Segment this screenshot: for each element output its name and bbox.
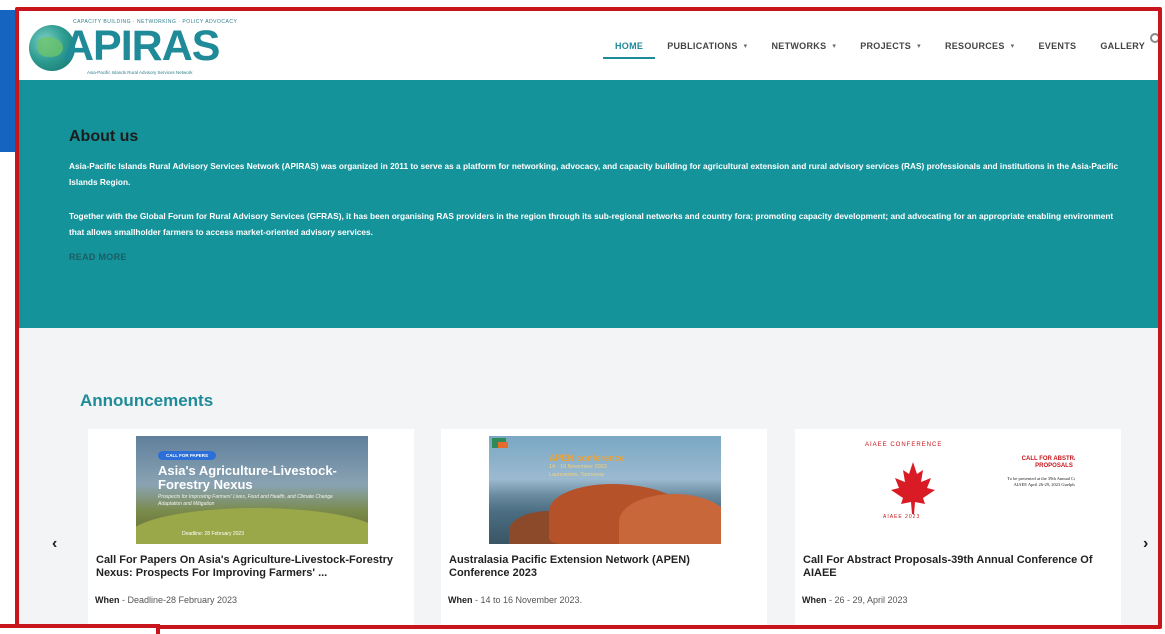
- when-value: - Deadline-28 February 2023: [119, 595, 238, 605]
- announcement-title[interactable]: Australasia Pacific Extension Network (A…: [449, 554, 749, 579]
- about-paragraph-1: Asia-Pacific Islands Rural Advisory Serv…: [69, 161, 1119, 187]
- about-section: About us Asia-Pacific Islands Rural Advi…: [19, 80, 1158, 328]
- announcement-title[interactable]: Call For Abstract Proposals-39th Annual …: [803, 554, 1103, 579]
- announcement-card[interactable]: APEN conference 14 - 16 November 2023 Lau…: [441, 429, 767, 625]
- announcement-when: When - 14 to 16 November 2023.: [448, 595, 582, 605]
- conference-arc-text: AIAEE CONFERENCE: [865, 442, 943, 448]
- nav-resources-label: RESOURCES: [944, 40, 1005, 51]
- image-title: Asia's Agriculture-Livestock-Forestry Ne…: [158, 463, 337, 492]
- search-icon[interactable]: [1150, 33, 1158, 43]
- nav-events-label: EVENTS: [1038, 40, 1077, 51]
- announcement-when: When - Deadline-28 February 2023: [95, 595, 237, 605]
- announcement-image[interactable]: CALL FOR PAPERS Asia's Agriculture-Lives…: [136, 436, 368, 544]
- logo-wordmark: APIRAS: [63, 22, 220, 70]
- conference-arc-text-bottom: AIAEE 2023: [883, 514, 921, 520]
- when-value: - 26 - 29, April 2023: [826, 595, 908, 605]
- image-deadline: Deadline: 28 February 2023: [182, 531, 244, 537]
- read-more-link[interactable]: READ MORE: [69, 252, 127, 262]
- main-nav: HOME PUBLICATIONS ▾ NETWORKS ▾ PROJECTS ▾ R…: [602, 11, 1158, 80]
- when-label: When: [95, 595, 120, 605]
- announcement-card[interactable]: CALL FOR PAPERS Asia's Agriculture-Lives…: [88, 429, 414, 625]
- announcement-when: When - 26 - 29, April 2023: [802, 595, 908, 605]
- chevron-down-icon: ▾: [1010, 42, 1015, 50]
- when-label: When: [448, 595, 473, 605]
- site-header: CAPACITY BUILDING · NETWORKING · POLICY …: [19, 11, 1158, 80]
- nav-publications[interactable]: PUBLICATIONS ▾: [667, 31, 747, 61]
- image-subtitle: 14 - 16 November 2023 Launceston, Tasmani…: [549, 463, 607, 479]
- hill-shape: [136, 508, 368, 544]
- nav-networks[interactable]: NETWORKS ▾: [771, 31, 836, 61]
- rock-shape: [619, 494, 721, 544]
- announcement-image[interactable]: AIAEE CONFERENCE AIAEE 2023 CALL FOR ABS…: [843, 436, 1075, 544]
- nav-gallery[interactable]: GALLERY: [1100, 31, 1145, 61]
- page-frame: CAPACITY BUILDING · NETWORKING · POLICY …: [15, 7, 1162, 629]
- carousel-next-arrow-icon[interactable]: ›: [1143, 535, 1148, 553]
- when-label: When: [802, 595, 827, 605]
- nav-networks-label: NETWORKS: [771, 40, 827, 51]
- announcements-heading: Announcements: [80, 391, 214, 410]
- about-heading: About us: [69, 128, 139, 145]
- bottom-tab-outline: [0, 624, 160, 634]
- carousel-prev-arrow-icon[interactable]: ‹: [52, 535, 57, 553]
- chevron-down-icon: ▾: [917, 42, 921, 50]
- image-title: APEN conference: [549, 453, 625, 463]
- maple-leaf-icon: [891, 462, 935, 514]
- nav-projects-label: PROJECTS: [860, 40, 912, 51]
- when-value: - 14 to 16 November 2023.: [472, 595, 583, 605]
- announcement-title[interactable]: Call For Papers On Asia's Agriculture-Li…: [96, 554, 396, 579]
- about-paragraph-2: Together with the Global Forum for Rural…: [69, 211, 1114, 237]
- nav-resources[interactable]: RESOURCES ▾: [945, 31, 1015, 61]
- image-heading: CALL FOR ABSTRACT PROPOSALS: [1021, 456, 1075, 469]
- logo-tagline-bottom: Asia-Pacific Islands Rural Advisory Serv…: [87, 70, 193, 75]
- chevron-down-icon: ▾: [832, 42, 837, 50]
- image-subtitle: Prospects for Improving Farmers' Lives, …: [158, 494, 333, 507]
- image-subtitle-line-1: 14 - 16 November 2023: [549, 464, 607, 470]
- announcement-card[interactable]: AIAEE CONFERENCE AIAEE 2023 CALL FOR ABS…: [795, 429, 1121, 625]
- apen-logo-icon: [492, 438, 508, 448]
- apiras-logo[interactable]: CAPACITY BUILDING · NETWORKING · POLICY …: [29, 19, 237, 75]
- chevron-down-icon: ▾: [743, 42, 748, 50]
- nav-events[interactable]: EVENTS: [1039, 31, 1077, 61]
- call-for-papers-pill: CALL FOR PAPERS: [158, 451, 216, 460]
- nav-publications-label: PUBLICATIONS: [667, 40, 738, 51]
- nav-projects[interactable]: PROJECTS ▾: [860, 31, 921, 61]
- nav-gallery-label: GALLERY: [1100, 40, 1146, 51]
- image-subtitle-line-2: Launceston, Tasmania: [549, 472, 604, 478]
- nav-home-label: HOME: [615, 40, 644, 51]
- nav-home[interactable]: HOME: [602, 31, 656, 61]
- announcement-image[interactable]: APEN conference 14 - 16 November 2023 Lau…: [489, 436, 721, 544]
- image-details: To be presented at the 39th Annual Confe…: [1007, 476, 1075, 487]
